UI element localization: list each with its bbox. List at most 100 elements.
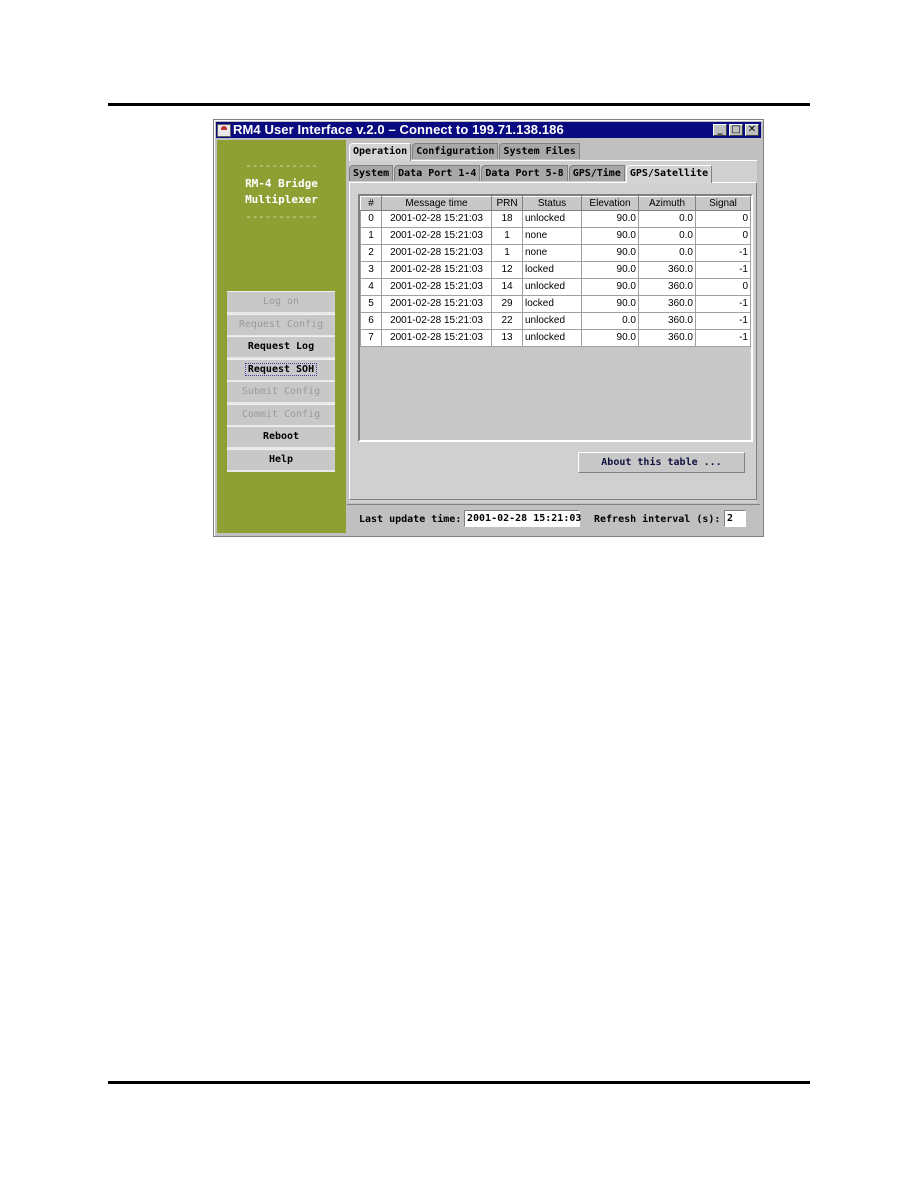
refresh-interval-label: Refresh interval (s):	[594, 514, 721, 525]
cell-message-time: 2001-02-28 15:21:03	[381, 329, 492, 347]
column-header-message-time[interactable]: Message time	[381, 196, 492, 211]
request-config-label: Request Config	[238, 319, 324, 330]
log-on-button[interactable]: Log on	[227, 291, 335, 314]
about-table-button[interactable]: About this table ...	[578, 452, 745, 473]
table-row[interactable]: 2 2001-02-28 15:21:03 1 none 90.0 0.0 -1	[360, 244, 751, 262]
tab-system-files[interactable]: System Files	[499, 143, 580, 159]
brand-divider-bottom: -----------	[245, 210, 318, 223]
cell-signal: -1	[695, 329, 751, 347]
request-soh-label: Request SOH	[244, 363, 318, 376]
java-cup-icon	[217, 123, 231, 137]
cell-elevation: 90.0	[581, 244, 639, 262]
cell-message-time: 2001-02-28 15:21:03	[381, 244, 492, 262]
refresh-interval-input[interactable]: 2	[724, 510, 746, 527]
table-body: 0 2001-02-28 15:21:03 18 unlocked 90.0 0.0 0 1 2…	[360, 210, 751, 347]
tab-gps-time[interactable]: GPS/Time	[568, 165, 625, 181]
cell-signal: 0	[695, 227, 751, 245]
minimize-button[interactable]: _	[713, 124, 727, 136]
help-label: Help	[268, 454, 294, 465]
column-header-prn[interactable]: PRN	[491, 196, 523, 211]
request-log-button[interactable]: Request Log	[227, 336, 335, 359]
help-button[interactable]: Help	[227, 449, 335, 472]
cell-elevation: 90.0	[581, 227, 639, 245]
request-config-button[interactable]: Request Config	[227, 314, 335, 337]
cell-index: 4	[360, 278, 382, 296]
column-header-status[interactable]: Status	[522, 196, 582, 211]
status-bar: Last update time: 2001-02-28 15:21:03 Re…	[347, 504, 760, 534]
tab-gps-satellite[interactable]: GPS/Satellite	[625, 165, 713, 183]
cell-index: 1	[360, 227, 382, 245]
column-header-index[interactable]: #	[360, 196, 382, 211]
reboot-button[interactable]: Reboot	[227, 426, 335, 449]
cell-prn: 13	[491, 329, 523, 347]
table-row[interactable]: 3 2001-02-28 15:21:03 12 locked 90.0 360.0 -1	[360, 261, 751, 279]
cell-status: none	[522, 227, 582, 245]
last-update-label: Last update time:	[359, 514, 462, 525]
cell-azimuth: 360.0	[638, 329, 696, 347]
window-title: RM4 User Interface v.2.0 – Connect to 19…	[233, 122, 564, 137]
main-content: Operation Configuration System Files # M…	[347, 140, 760, 534]
cell-azimuth: 360.0	[638, 312, 696, 330]
cell-status: unlocked	[522, 312, 582, 330]
close-button[interactable]: ✕	[745, 124, 759, 136]
cell-prn: 14	[491, 278, 523, 296]
tab-data-port-5-8[interactable]: Data Port 5-8	[481, 165, 568, 181]
request-log-label: Request Log	[247, 341, 315, 352]
tab-data-port-1-4[interactable]: Data Port 1-4	[394, 165, 481, 181]
operation-subtabs: System Data Port 1-4 Data Port 5-8 GPS/T…	[349, 165, 713, 183]
table-row[interactable]: 1 2001-02-28 15:21:03 1 none 90.0 0.0 0	[360, 227, 751, 245]
maximize-button[interactable]: □	[729, 124, 743, 136]
cell-message-time: 2001-02-28 15:21:03	[381, 227, 492, 245]
satellite-table: # Message time PRN Status Elevation Azim…	[360, 196, 751, 347]
cell-azimuth: 360.0	[638, 295, 696, 313]
cell-message-time: 2001-02-28 15:21:03	[381, 210, 492, 228]
last-update-field[interactable]: 2001-02-28 15:21:03	[464, 510, 581, 527]
cell-elevation: 90.0	[581, 295, 639, 313]
tab-configuration[interactable]: Configuration	[412, 143, 499, 159]
title-bar[interactable]: RM4 User Interface v.2.0 – Connect to 19…	[216, 122, 761, 138]
cell-index: 5	[360, 295, 382, 313]
cell-prn: 22	[491, 312, 523, 330]
column-header-signal[interactable]: Signal	[695, 196, 751, 211]
column-header-elevation[interactable]: Elevation	[581, 196, 639, 211]
cell-status: locked	[522, 261, 582, 279]
log-on-label: Log on	[262, 296, 300, 307]
cell-index: 3	[360, 261, 382, 279]
commit-config-button[interactable]: Commit Config	[227, 404, 335, 427]
cell-signal: -1	[695, 244, 751, 262]
satellite-table-container[interactable]: # Message time PRN Status Elevation Azim…	[358, 194, 753, 442]
table-row[interactable]: 5 2001-02-28 15:21:03 29 locked 90.0 360.0 -1	[360, 295, 751, 313]
app-window: RM4 User Interface v.2.0 – Connect to 19…	[213, 119, 764, 537]
brand-title-line2: Multiplexer	[245, 193, 318, 206]
cell-message-time: 2001-02-28 15:21:03	[381, 295, 492, 313]
cell-elevation: 90.0	[581, 278, 639, 296]
cell-azimuth: 360.0	[638, 261, 696, 279]
commit-config-label: Commit Config	[241, 409, 321, 420]
table-row[interactable]: 0 2001-02-28 15:21:03 18 unlocked 90.0 0.0 0	[360, 210, 751, 228]
cell-signal: -1	[695, 312, 751, 330]
main-tabs: Operation Configuration System Files	[349, 143, 581, 161]
request-soh-button[interactable]: Request SOH	[227, 359, 335, 382]
tab-operation[interactable]: Operation	[349, 143, 412, 161]
column-header-azimuth[interactable]: Azimuth	[638, 196, 696, 211]
gps-satellite-panel: # Message time PRN Status Elevation Azim…	[349, 182, 757, 500]
cell-message-time: 2001-02-28 15:21:03	[381, 278, 492, 296]
cell-prn: 29	[491, 295, 523, 313]
cell-azimuth: 0.0	[638, 227, 696, 245]
table-row[interactable]: 7 2001-02-28 15:21:03 13 unlocked 90.0 360.0-…	[360, 329, 751, 347]
cell-signal: 0	[695, 210, 751, 228]
cell-elevation: 90.0	[581, 210, 639, 228]
cell-prn: 1	[491, 244, 523, 262]
cell-azimuth: 0.0	[638, 244, 696, 262]
tab-system[interactable]: System	[349, 165, 394, 181]
page-header-rule	[108, 103, 810, 106]
submit-config-button[interactable]: Submit Config	[227, 381, 335, 404]
cell-elevation: 90.0	[581, 261, 639, 279]
cell-signal: 0	[695, 278, 751, 296]
reboot-label: Reboot	[262, 431, 300, 442]
table-row[interactable]: 6 2001-02-28 15:21:03 22 unlocked 0.0 360.0 -1	[360, 312, 751, 330]
table-row[interactable]: 4 2001-02-28 15:21:03 14 unlocked 90.0 360.0 0	[360, 278, 751, 296]
cell-index: 7	[360, 329, 382, 347]
submit-config-label: Submit Config	[241, 386, 321, 397]
page-footer-rule	[108, 1081, 810, 1084]
